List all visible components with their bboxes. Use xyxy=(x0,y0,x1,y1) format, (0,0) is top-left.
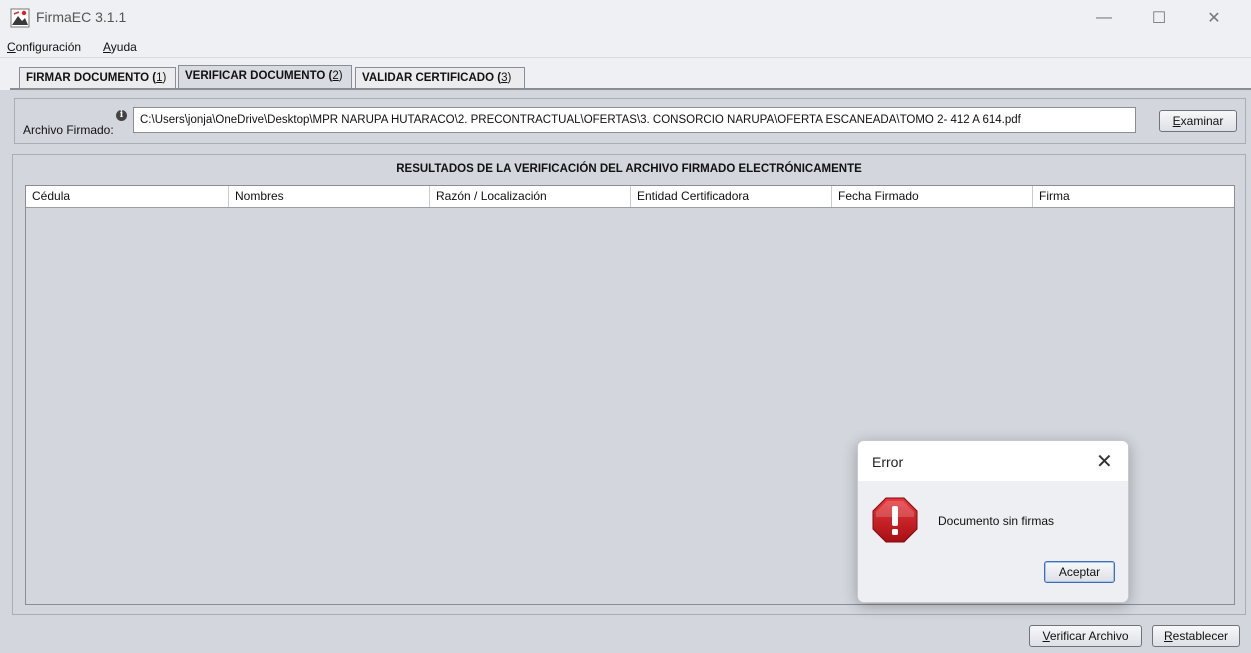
menu-configuracion-label: onfiguración xyxy=(15,40,82,54)
browse-button[interactable]: Examinar xyxy=(1159,110,1237,132)
reset-label: establecer xyxy=(1172,629,1229,643)
firmaec-app-icon xyxy=(10,8,30,28)
dialog-message: Documento sin firmas xyxy=(938,514,1055,528)
column-header-firma[interactable]: Firma xyxy=(1033,186,1234,207)
close-window-button[interactable]: ✕ xyxy=(1191,0,1237,36)
verify-mnemonic: V xyxy=(1042,629,1050,643)
file-selection-panel: Archivo Firmado: i Examinar xyxy=(14,98,1246,144)
table-header: Cédula Nombres Razón / Localización Enti… xyxy=(26,186,1234,208)
minimize-icon: — xyxy=(1096,9,1112,26)
dialog-titlebar[interactable]: Error ✕ xyxy=(858,441,1128,481)
menu-ayuda-mnemonic: A xyxy=(103,40,111,54)
tab-bar: FIRMAR DOCUMENTO (1) VERIFICAR DOCUMENTO… xyxy=(0,58,1251,90)
column-header-fecha[interactable]: Fecha Firmado xyxy=(832,186,1033,207)
verify-file-button[interactable]: Verificar Archivo xyxy=(1029,625,1142,647)
minimize-button[interactable]: — xyxy=(1081,0,1127,36)
accept-button[interactable]: Aceptar xyxy=(1044,561,1115,583)
maximize-icon: ☐ xyxy=(1151,10,1167,27)
menu-ayuda[interactable]: Ayuda xyxy=(103,40,137,54)
tab-validar-label: VALIDAR CERTIFICADO ( xyxy=(362,72,502,84)
window-titlebar: FirmaEC 3.1.1 — ☐ ✕ xyxy=(0,0,1251,36)
browse-mnemonic: E xyxy=(1172,114,1181,128)
error-dialog: Error ✕ Documento sin firmas Aceptar xyxy=(857,440,1129,603)
menu-configuracion[interactable]: Configuración xyxy=(7,40,81,54)
column-header-nombres[interactable]: Nombres xyxy=(229,186,430,207)
menu-ayuda-label: yuda xyxy=(110,40,137,54)
info-icon[interactable]: i xyxy=(116,110,127,121)
results-title: RESULTADOS DE LA VERIFICACIÓN DEL ARCHIV… xyxy=(396,163,862,175)
reset-mnemonic: R xyxy=(1163,629,1173,643)
dialog-close-icon[interactable]: ✕ xyxy=(1096,449,1113,474)
verify-label: erificar Archivo xyxy=(1049,629,1129,643)
reset-button[interactable]: Restablecer xyxy=(1152,625,1240,647)
tab-verificar-close-paren: ) xyxy=(338,70,343,82)
close-icon: ✕ xyxy=(1207,10,1221,27)
tab-firmar-label: FIRMAR DOCUMENTO ( xyxy=(26,72,157,84)
column-header-entidad[interactable]: Entidad Certificadora xyxy=(631,186,832,207)
menu-configuracion-mnemonic: C xyxy=(7,40,16,54)
tab-validar-close-paren: ) xyxy=(507,72,512,84)
tab-firmar-close-paren: ) xyxy=(162,72,167,84)
tab-firmar-documento[interactable]: FIRMAR DOCUMENTO (1) xyxy=(19,67,176,90)
dialog-body: Documento sin firmas Aceptar xyxy=(858,481,1128,602)
tab-validar-certificado[interactable]: VALIDAR CERTIFICADO (3) xyxy=(355,67,525,90)
file-label: Archivo Firmado: xyxy=(23,123,114,137)
menu-bar: Configuración Ayuda xyxy=(0,36,1251,58)
tab-verificar-documento[interactable]: VERIFICAR DOCUMENTO (2) xyxy=(178,65,352,90)
browse-label: xaminar xyxy=(1180,114,1224,128)
column-header-cedula[interactable]: Cédula xyxy=(26,186,229,207)
dialog-title: Error xyxy=(872,454,904,470)
tab-verificar-label: VERIFICAR DOCUMENTO ( xyxy=(185,70,333,82)
signed-file-path-input[interactable] xyxy=(133,107,1136,133)
window-title: FirmaEC 3.1.1 xyxy=(36,9,127,25)
maximize-button[interactable]: ☐ xyxy=(1136,0,1182,36)
column-header-razon[interactable]: Razón / Localización xyxy=(430,186,631,207)
error-stop-icon xyxy=(872,497,918,543)
